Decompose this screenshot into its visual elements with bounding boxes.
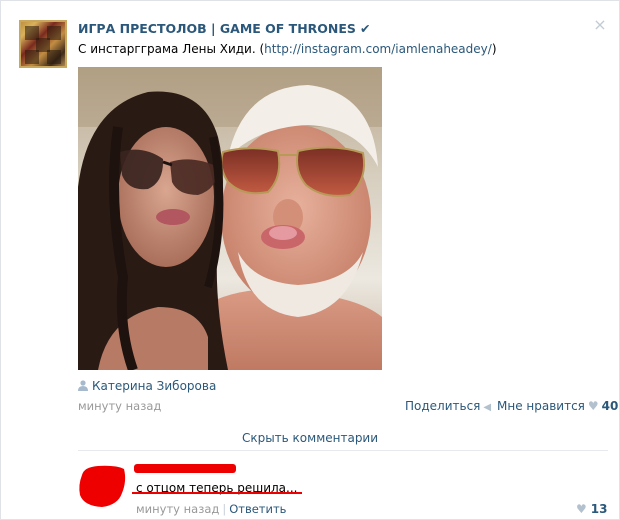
share-label[interactable]: Поделиться: [405, 399, 480, 413]
comment-like-button[interactable]: ♥ 13: [576, 502, 607, 516]
heart-icon: ♥: [587, 399, 599, 413]
post-photo[interactable]: [78, 67, 382, 370]
comment-time[interactable]: минуту назад: [136, 502, 219, 516]
like-button[interactable]: Мне нравится ♥ 40: [497, 399, 618, 413]
post-text: С инстаргграма Лены Хиди. (http://instag…: [78, 42, 497, 56]
divider: [78, 450, 608, 451]
post-time[interactable]: минуту назад: [78, 399, 161, 413]
group-name-link[interactable]: ИГРА ПРЕСТОЛОВ | GAME OF THRONES ✔: [78, 21, 370, 36]
like-label[interactable]: Мне нравится: [497, 399, 585, 413]
comment-meta: минуту назад | Ответить: [136, 502, 286, 516]
photo-author-link[interactable]: Катерина Зиборова: [78, 379, 216, 393]
instagram-link[interactable]: http://instagram.com/iamlenaheadey/: [264, 42, 492, 56]
like-count: 40: [601, 399, 619, 413]
checkmark-icon: ✔: [359, 21, 371, 36]
red-underline: [132, 492, 302, 494]
user-icon: [78, 380, 88, 391]
comment-avatar[interactable]: [78, 463, 128, 509]
close-icon[interactable]: ×: [593, 17, 607, 33]
comment-like-count: 13: [590, 502, 608, 516]
reply-link[interactable]: Ответить: [229, 502, 286, 516]
separator: |: [222, 502, 227, 516]
hide-comments-link[interactable]: Скрыть комментарии: [1, 431, 619, 445]
megaphone-icon: ◀: [483, 402, 492, 413]
wall-post: ИГРА ПРЕСТОЛОВ | GAME OF THRONES ✔ × С ин…: [0, 0, 620, 520]
heart-icon: ♥: [576, 502, 587, 516]
share-button[interactable]: Поделиться ◀: [405, 399, 491, 413]
photo-author[interactable]: Катерина Зиборова: [92, 379, 216, 393]
group-avatar[interactable]: [19, 20, 67, 68]
group-name[interactable]: ИГРА ПРЕСТОЛОВ | GAME OF THRONES: [78, 21, 356, 36]
redacted-commenter-name: [134, 464, 236, 473]
